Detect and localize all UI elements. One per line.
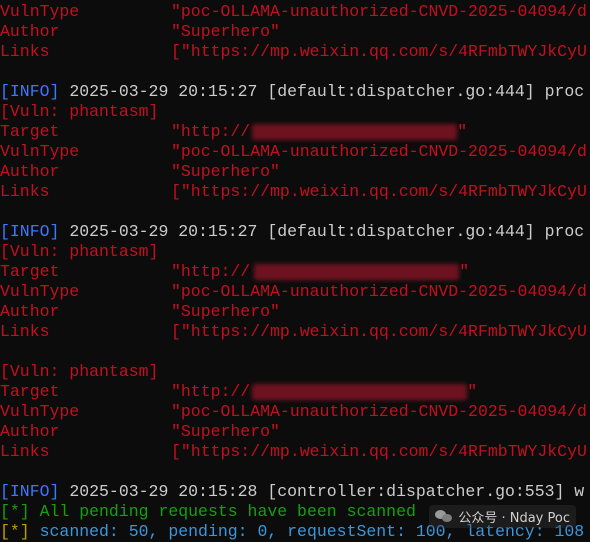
author-value: "Superhero" [171, 162, 280, 181]
target-label: Target [0, 262, 60, 281]
vulntype-value: "poc-OLLAMA-unauthorized-CNVD-2025-04094… [171, 2, 587, 21]
redacted-target [252, 123, 458, 140]
redacted-target [252, 383, 468, 400]
info-text: 2025-03-29 20:15:27 [default:dispatcher.… [59, 82, 585, 101]
author-value: "Superhero" [171, 302, 280, 321]
target-label: Target [0, 382, 60, 401]
vuln-header-line: [Vuln: phantasm] [0, 362, 590, 382]
links-value: ["https://mp.weixin.qq.com/s/4RFmbTWYJkC… [171, 322, 587, 341]
vulntype-line: VulnType "poc-OLLAMA-unauthorized-CNVD-20… [0, 2, 590, 22]
links-line: Links ["https://mp.weixin.qq.com/s/4RFmbT… [0, 182, 590, 202]
vulntype-line: VulnType "poc-OLLAMA-unauthorized-CNVD-20… [0, 142, 590, 162]
links-line: Links ["https://mp.weixin.qq.com/s/4RFmbT… [0, 42, 590, 62]
author-label: Author [0, 22, 60, 41]
target-prefix: "http:// [171, 262, 251, 281]
info-text: 2025-03-29 20:15:28 [controller:dispatch… [59, 482, 585, 501]
vulntype-value: "poc-OLLAMA-unauthorized-CNVD-2025-04094… [171, 402, 587, 421]
vulntype-line: VulnType "poc-OLLAMA-unauthorized-CNVD-20… [0, 282, 590, 302]
info-tag: [INFO] [0, 222, 60, 241]
target-suffix: " [457, 122, 468, 141]
info-tag: [INFO] [0, 82, 60, 101]
vulntype-label: VulnType [0, 142, 80, 161]
watermark: 公众号 · Nday Poc [429, 505, 576, 528]
links-value: ["https://mp.weixin.qq.com/s/4RFmbTWYJkC… [171, 442, 587, 461]
links-value: ["https://mp.weixin.qq.com/s/4RFmbTWYJkC… [171, 182, 587, 201]
links-label: Links [0, 442, 50, 461]
vuln-tag: [Vuln: phantasm] [0, 362, 159, 381]
author-line: Author "Superhero" [0, 22, 590, 42]
target-label: Target [0, 122, 60, 141]
links-line: Links ["https://mp.weixin.qq.com/s/4RFmbT… [0, 322, 590, 342]
vulntype-value: "poc-OLLAMA-unauthorized-CNVD-2025-04094… [171, 142, 587, 161]
vuln-header-line: [Vuln: phantasm] [0, 242, 590, 262]
target-prefix: "http:// [171, 382, 251, 401]
vuln-tag: [Vuln: phantasm] [0, 102, 159, 121]
author-value: "Superhero" [171, 422, 280, 441]
target-line: Target "http:// " [0, 122, 590, 142]
links-label: Links [0, 182, 50, 201]
pending-text: All pending requests have been scanned [29, 502, 416, 521]
info-line: [INFO] 2025-03-29 20:15:28 [controller:d… [0, 482, 590, 502]
vulntype-value: "poc-OLLAMA-unauthorized-CNVD-2025-04094… [171, 282, 587, 301]
target-suffix: " [467, 382, 478, 401]
links-label: Links [0, 42, 50, 61]
author-line: Author "Superhero" [0, 162, 590, 182]
author-value: "Superhero" [171, 22, 280, 41]
status-star: [*] [0, 522, 30, 541]
vulntype-label: VulnType [0, 402, 80, 421]
terminal-window[interactable]: VulnType "poc-OLLAMA-unauthorized-CNVD-20… [0, 0, 590, 542]
links-value: ["https://mp.weixin.qq.com/s/4RFmbTWYJkC… [171, 42, 587, 61]
vulntype-line: VulnType "poc-OLLAMA-unauthorized-CNVD-20… [0, 402, 590, 422]
author-label: Author [0, 422, 60, 441]
watermark-text: 公众号 · Nday Poc [458, 511, 570, 526]
target-line: Target "http:// " [0, 382, 590, 402]
vuln-header-line: [Vuln: phantasm] [0, 102, 590, 122]
links-line: Links ["https://mp.weixin.qq.com/s/4RFmbT… [0, 442, 590, 462]
author-line: Author "Superhero" [0, 422, 590, 442]
redacted-target [254, 263, 460, 280]
info-tag: [INFO] [0, 482, 60, 501]
vulntype-label: VulnType [0, 282, 80, 301]
vulntype-label: VulnType [0, 2, 80, 21]
vuln-tag: [Vuln: phantasm] [0, 242, 159, 261]
target-line: Target "http:// " [0, 262, 590, 282]
target-suffix: " [459, 262, 470, 281]
info-line: [INFO] 2025-03-29 20:15:27 [default:disp… [0, 222, 590, 242]
info-text: 2025-03-29 20:15:27 [default:dispatcher.… [59, 222, 585, 241]
target-prefix: "http:// [171, 122, 251, 141]
author-line: Author "Superhero" [0, 302, 590, 322]
links-label: Links [0, 322, 50, 341]
wechat-icon [435, 509, 453, 524]
status-star: [*] [0, 502, 30, 521]
author-label: Author [0, 302, 60, 321]
author-label: Author [0, 162, 60, 181]
info-line: [INFO] 2025-03-29 20:15:27 [default:disp… [0, 82, 590, 102]
